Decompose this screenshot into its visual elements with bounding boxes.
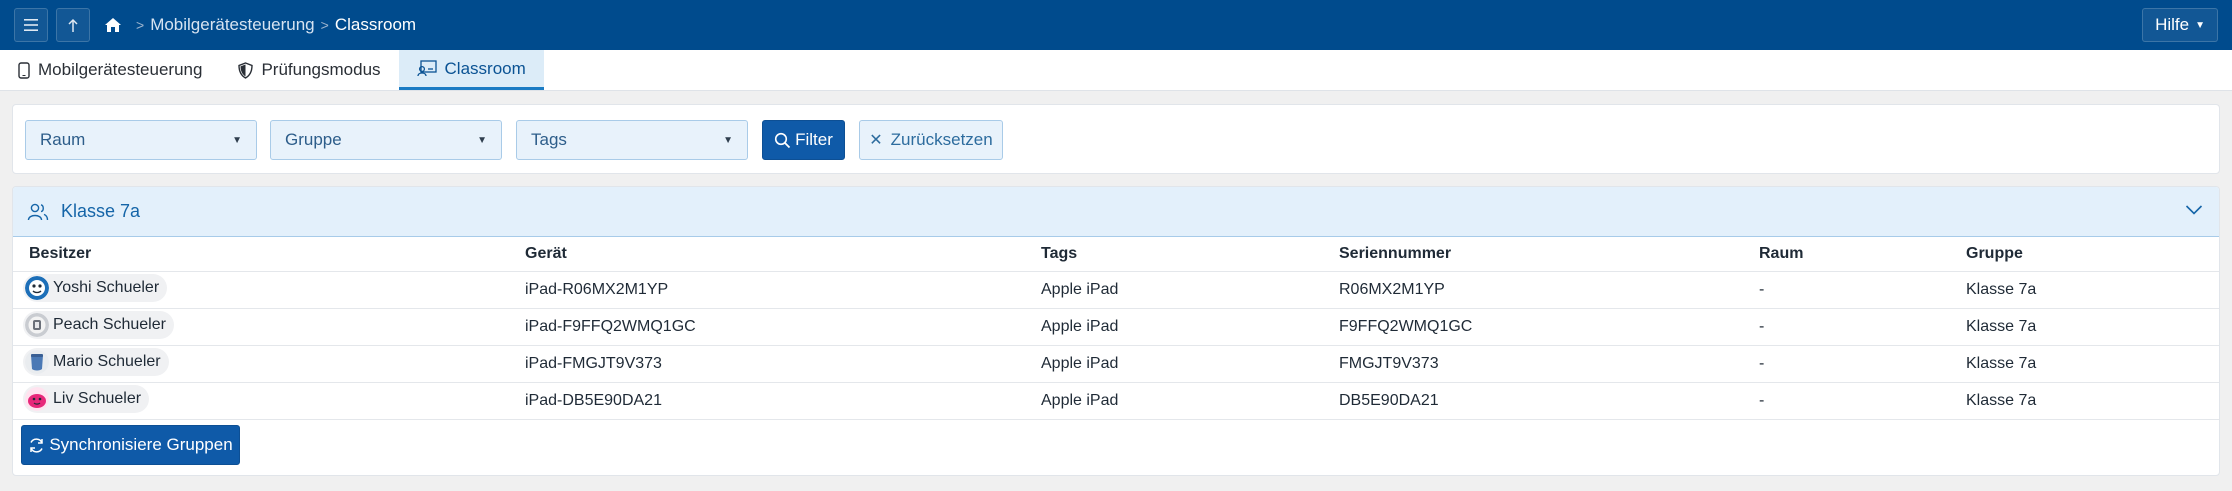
owner-chip[interactable]: Yoshi Schueler [23,274,168,302]
avatar [25,276,49,300]
group-cell: Klasse 7a [1950,308,2219,346]
device-cell: iPad-R06MX2M1YP [509,271,1025,309]
owner-cell: Yoshi Schueler [13,271,509,309]
column-header-tags[interactable]: Tags [1025,237,1323,272]
device-table: Besitzer Gerät Tags Seriennummer Raum Gr… [13,237,2219,420]
owner-chip[interactable]: Peach Schueler [23,311,174,339]
tab-label: Mobilgerätesteuerung [38,60,203,79]
table-row[interactable]: Liv Schueler iPad-DB5E90DA21 Apple iPad … [13,382,2219,420]
tags-cell: Apple iPad [1025,271,1323,309]
device-cell: iPad-F9FFQ2WMQ1GC [509,308,1025,346]
hamburger-icon [24,19,38,31]
reset-button[interactable]: ✕ Zurücksetzen [859,120,1003,160]
sync-button-label: Synchronisiere Gruppen [49,435,233,454]
help-menu-button[interactable]: Hilfe ▼ [2142,8,2218,42]
refresh-icon [30,437,44,453]
chevron-down-icon[interactable] [2185,204,2203,216]
table-row[interactable]: Peach Schueler iPad-F9FFQ2WMQ1GC Apple i… [13,308,2219,346]
group-title: Klasse 7a [61,201,141,221]
caret-down-icon: ▼ [477,134,487,146]
owner-name: Yoshi Schueler [53,279,160,296]
menu-button[interactable] [14,8,48,42]
serial-cell: DB5E90DA21 [1323,382,1743,420]
owner-name: Peach Schueler [53,316,166,333]
room-cell: - [1743,345,1950,383]
up-button[interactable] [56,8,90,42]
filter-bar: Raum ▼ Gruppe ▼ Tags ▼ Filter ✕ Zurückse… [12,104,2220,174]
breadcrumb-item-mobile[interactable]: Mobilgerätesteuerung [150,15,314,35]
users-icon [27,203,49,221]
device-cell: iPad-FMGJT9V373 [509,345,1025,383]
avatar [25,387,49,411]
breadcrumb-item-classroom: Classroom [334,15,417,34]
table-header-row: Besitzer Gerät Tags Seriennummer Raum Gr… [13,237,2219,272]
group-panel: Klasse 7a Besitzer Gerät Tags Seriennumm… [12,186,2220,476]
classroom-icon [416,60,437,77]
sync-groups-button[interactable]: Synchronisiere Gruppen [21,425,240,465]
avatar [25,313,49,337]
home-icon [105,18,121,32]
phone-icon [18,61,30,79]
caret-down-icon: ▼ [232,134,242,146]
tab-label: Classroom [444,58,526,78]
avatar [25,350,49,374]
tags-select-label: Tags [531,130,567,149]
owner-chip[interactable]: Liv Schueler [23,385,150,413]
column-header-owner[interactable]: Besitzer [13,237,509,272]
home-link[interactable] [104,17,122,33]
breadcrumb-separator: > [320,17,329,33]
tags-cell: Apple iPad [1025,345,1323,383]
table-row[interactable]: Mario Schueler iPad-FMGJT9V373 Apple iPa… [13,345,2219,383]
tab-classroom[interactable]: Classroom [398,50,544,90]
serial-cell: R06MX2M1YP [1323,271,1743,309]
tab-exam-mode[interactable]: Prüfungsmodus [220,50,398,90]
arrow-up-icon [68,18,78,32]
filter-button-label: Filter [795,130,833,149]
serial-cell: F9FFQ2WMQ1GC [1323,308,1743,346]
group-cell: Klasse 7a [1950,271,2219,309]
room-cell: - [1743,382,1950,420]
group-cell: Klasse 7a [1950,382,2219,420]
search-icon [775,132,791,148]
tags-cell: Apple iPad [1025,382,1323,420]
group-panel-header[interactable]: Klasse 7a [13,187,2219,237]
owner-cell: Liv Schueler [13,382,509,420]
serial-cell: FMGJT9V373 [1323,345,1743,383]
owner-cell: Mario Schueler [13,345,509,383]
group-select-label: Gruppe [285,130,342,149]
tags-select[interactable]: Tags ▼ [516,120,748,160]
column-header-device[interactable]: Gerät [509,237,1025,272]
owner-name: Liv Schueler [53,390,142,407]
table-row[interactable]: Yoshi Schueler iPad-R06MX2M1YP Apple iPa… [13,271,2219,309]
column-header-room[interactable]: Raum [1743,237,1950,272]
help-label: Hilfe [2155,15,2190,34]
room-select[interactable]: Raum ▼ [25,120,257,160]
tab-bar: Mobilgerätesteuerung Prüfungsmodus Class… [0,50,2232,91]
tab-label: Prüfungsmodus [261,60,381,79]
column-header-group[interactable]: Gruppe [1950,237,2219,272]
shield-icon [238,61,254,79]
room-cell: - [1743,308,1950,346]
breadcrumb: > Mobilgerätesteuerung > Classroom [104,15,416,35]
tags-cell: Apple iPad [1025,308,1323,346]
group-select[interactable]: Gruppe ▼ [270,120,502,160]
room-cell: - [1743,271,1950,309]
owner-chip[interactable]: Mario Schueler [23,348,169,376]
tab-mobile-device-control[interactable]: Mobilgerätesteuerung [0,50,220,90]
caret-down-icon: ▼ [2195,19,2205,31]
owner-cell: Peach Schueler [13,308,509,346]
column-header-serial[interactable]: Seriennummer [1323,237,1743,272]
caret-down-icon: ▼ [723,134,733,146]
device-cell: iPad-DB5E90DA21 [509,382,1025,420]
top-bar: > Mobilgerätesteuerung > Classroom Hilfe… [0,0,2232,50]
group-cell: Klasse 7a [1950,345,2219,383]
owner-name: Mario Schueler [53,353,161,370]
reset-button-label: Zurücksetzen [890,130,993,149]
close-icon: ✕ [869,132,883,149]
room-select-label: Raum [40,130,86,149]
breadcrumb-separator: > [136,17,145,33]
filter-button[interactable]: Filter [762,120,845,160]
